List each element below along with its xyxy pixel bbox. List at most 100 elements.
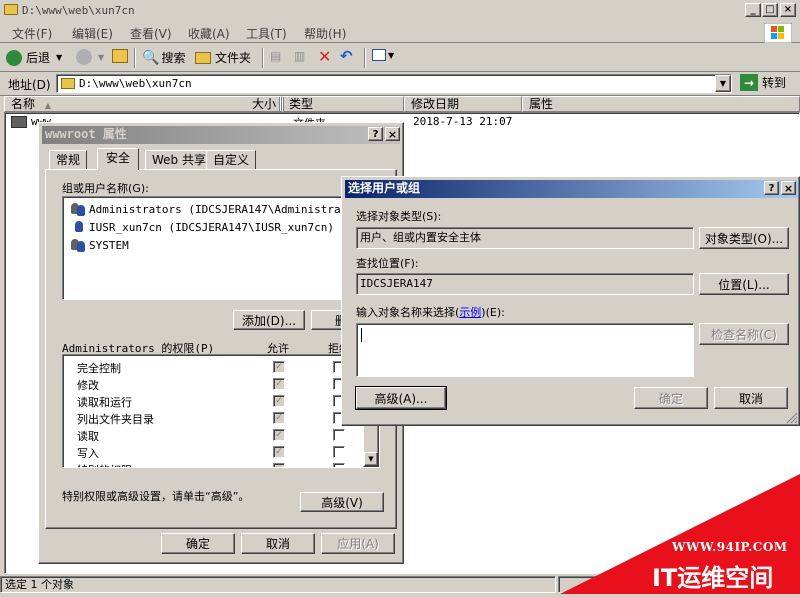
folder-icon (4, 4, 18, 15)
deny-checkbox[interactable] (333, 446, 345, 458)
tab-web-sharing[interactable]: Web 共享 (145, 150, 213, 170)
menu-view[interactable]: 查看(V) (130, 25, 172, 42)
window-titlebar: D:\www\web\xun7cn _ □ × (0, 0, 800, 20)
folder-icon (11, 116, 27, 128)
cancel-button[interactable]: 取消 (241, 533, 315, 554)
back-button[interactable]: 后退 ▼ (6, 49, 62, 66)
deny-checkbox[interactable] (333, 463, 345, 467)
up-folder-button[interactable] (112, 49, 128, 63)
folder-icon (61, 78, 75, 89)
menu-bar: 文件(F) 编辑(E) 查看(V) 收藏(A) 工具(T) 帮助(H) (0, 21, 800, 43)
menu-edit[interactable]: 编辑(E) (72, 25, 113, 42)
deny-checkbox[interactable] (333, 429, 345, 441)
permission-row: 写入 ✓ (63, 444, 363, 460)
object-types-button[interactable]: 对象类型(O)... (699, 227, 789, 249)
allow-checkbox[interactable]: ✓ (273, 446, 285, 458)
address-label: 地址(D) (8, 78, 51, 92)
status-text: 选定 1 个对象 (0, 576, 556, 593)
object-names-label: 输入对象名称来选择(示例)(E): (356, 306, 505, 319)
permissions-list[interactable]: 完全控制 ✓ 修改 ✓ 读取和运行 ✓ 列出文件夹目录 ✓ 读取 ✓ 写入 ✓ 特别的权限 ▼ (62, 354, 380, 468)
apply-button[interactable]: 应用(A) (321, 533, 395, 554)
folders-button[interactable]: 文件夹 (195, 49, 251, 66)
go-label: 转到 (762, 76, 787, 90)
move-to-button[interactable]: ▤ (270, 49, 281, 63)
column-name[interactable]: 名称 ▲ (4, 96, 280, 112)
select-users-titlebar: 选择用户或组 (345, 180, 798, 198)
close-button[interactable]: × (385, 127, 400, 141)
column-attributes[interactable]: 属性 (522, 96, 800, 112)
locations-button[interactable]: 位置(L)... (699, 273, 789, 295)
permission-name: 修改 (77, 379, 99, 392)
allow-checkbox[interactable]: ✓ (273, 429, 285, 441)
allow-checkbox[interactable]: ✓ (273, 378, 285, 390)
permission-row: 列出文件夹目录 ✓ (63, 410, 363, 426)
address-value: D:\www\web\xun7cn (79, 77, 192, 90)
chevron-down-icon: ▼ (388, 50, 395, 60)
allow-checkbox[interactable] (273, 463, 285, 467)
column-size[interactable]: 大小 (244, 96, 282, 112)
location-field: IDCSJERA147 (356, 273, 694, 295)
permission-name: 列出文件夹目录 (77, 413, 154, 426)
minimize-button[interactable]: _ (745, 3, 761, 17)
permission-row: 完全控制 ✓ (63, 359, 363, 375)
address-dropdown-button[interactable]: ▼ (715, 75, 731, 92)
list-item[interactable]: Administrators (IDCSJERA147\Administrato… (71, 201, 361, 217)
allow-checkbox[interactable]: ✓ (273, 361, 285, 373)
undo-button[interactable]: ↶ (340, 47, 353, 65)
advanced-button[interactable]: 高级(V) (300, 492, 384, 512)
menu-help[interactable]: 帮助(H) (304, 25, 346, 42)
views-icon (372, 49, 386, 61)
advanced-button[interactable]: 高级(A)... (355, 386, 447, 410)
add-button[interactable]: 添加(D)... (233, 310, 305, 330)
location-label: 查找位置(F): (356, 257, 419, 270)
user-icon (71, 219, 87, 235)
copy-to-icon: ▥ (294, 49, 306, 63)
go-arrow-icon: → (740, 74, 758, 91)
search-icon: 🔍 (142, 49, 160, 66)
views-button[interactable]: ▼ (372, 49, 394, 61)
up-folder-icon (112, 49, 128, 63)
menu-favorites[interactable]: 收藏(A) (188, 25, 230, 42)
check-names-button[interactable]: 检查名称(C) (699, 323, 789, 345)
permission-name: 特别的权限 (77, 462, 132, 467)
delete-button[interactable]: ✕ (318, 47, 331, 66)
tab-custom[interactable]: 自定义 (206, 150, 257, 170)
status-bar: 选定 1 个对象 (0, 575, 800, 594)
examples-link[interactable]: 示例 (459, 306, 481, 319)
object-names-input[interactable] (356, 323, 694, 377)
go-button[interactable]: → 转到 (740, 74, 786, 91)
copy-to-button[interactable]: ▥ (294, 49, 305, 63)
allow-checkbox[interactable]: ✓ (273, 395, 285, 407)
help-button[interactable]: ? (368, 127, 383, 141)
close-button[interactable]: × (780, 3, 796, 17)
tab-general[interactable]: 常规 (49, 150, 88, 170)
ok-button[interactable]: 确定 (634, 387, 708, 409)
search-button[interactable]: 🔍 搜索 (142, 49, 185, 66)
folders-label: 文件夹 (215, 51, 252, 65)
close-button[interactable]: × (781, 181, 796, 195)
permission-name: 写入 (77, 447, 99, 460)
window-title: D:\www\web\xun7cn (22, 3, 135, 17)
column-type[interactable]: 类型 (282, 96, 404, 112)
resize-grip-icon[interactable] (786, 412, 798, 424)
cancel-button[interactable]: 取消 (714, 387, 788, 409)
help-button[interactable]: ? (764, 181, 779, 195)
maximize-button[interactable]: □ (762, 3, 778, 17)
tab-security[interactable]: 安全 (97, 148, 140, 170)
list-item[interactable]: SYSTEM (71, 237, 129, 253)
menu-tools[interactable]: 工具(T) (246, 25, 287, 42)
allow-checkbox[interactable]: ✓ (273, 412, 285, 424)
address-input[interactable]: D:\www\web\xun7cn ▼ (56, 74, 732, 93)
select-users-dialog: 选择用户或组 ? × 选择对象类型(S): 用户、组或内置安全主体 对象类型(O… (341, 176, 800, 426)
menu-file[interactable]: 文件(F) (12, 25, 52, 42)
list-item[interactable]: IUSR_xun7cn (IDCSJERA147\IUSR_xun7cn) (71, 219, 334, 235)
search-label: 搜索 (161, 51, 186, 65)
chevron-down-icon: ▼ (98, 52, 105, 62)
scroll-down-button[interactable]: ▼ (364, 452, 378, 466)
forward-arrow-icon (76, 49, 92, 65)
column-modified[interactable]: 修改日期 (404, 96, 522, 112)
forward-button[interactable]: ▼ (76, 49, 104, 65)
user-listbox[interactable]: Administrators (IDCSJERA147\Administrato… (62, 196, 362, 300)
ok-button[interactable]: 确定 (161, 533, 235, 554)
dialog-title: 选择用户或组 (348, 181, 421, 195)
